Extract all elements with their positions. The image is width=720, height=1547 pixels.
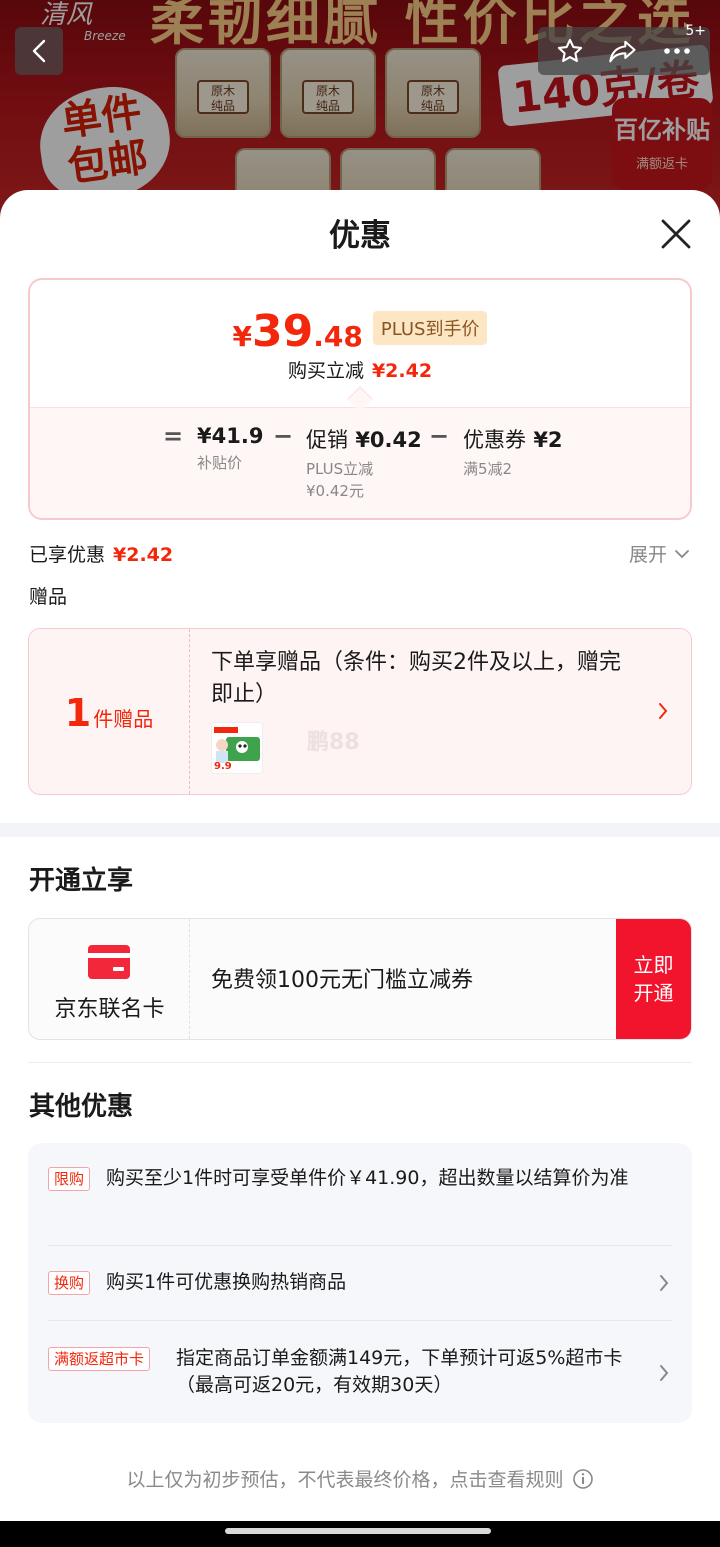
offer-tag: 限购: [48, 1167, 91, 1191]
chevron-down-icon: [675, 549, 689, 558]
chevron-right-icon: [659, 703, 668, 719]
card-brand-area: 京东联名卡: [29, 919, 190, 1039]
offer-item-cashback[interactable]: 满额返超市卡 指定商品订单金额满149元，下单预计可返5%超市卡（最高可返20元…: [48, 1345, 672, 1405]
home-indicator[interactable]: [225, 1528, 491, 1534]
reduce-row: 购买立减 ¥2.42: [30, 356, 690, 383]
offer-divider: [48, 1245, 672, 1246]
gift-thumbnail: 9.9: [211, 722, 263, 774]
promotion-sheet: 优惠 ¥ 39 .48 PLUS到手价 购买立减 ¥2.42 = ¥41.9 补贴…: [0, 190, 720, 1521]
gift-count: 1: [64, 691, 92, 735]
chevron-right-icon: [660, 1365, 669, 1381]
gift-thumb-price: 9.9: [214, 761, 232, 772]
price-integer: 39: [252, 306, 314, 357]
price-breakdown-card: ¥ 39 .48 PLUS到手价 购买立减 ¥2.42 = ¥41.9 补贴价 −…: [28, 278, 692, 520]
expand-button[interactable]: 展开: [629, 540, 691, 567]
message-count: 5+: [685, 23, 706, 39]
coupon-discount: 优惠券 ¥2 满5减2: [463, 424, 563, 480]
divider: [28, 1062, 692, 1063]
promo-label: 促销: [306, 428, 348, 452]
other-section-title: 其他优惠: [29, 1092, 134, 1122]
top-actions: 5+: [538, 23, 710, 75]
base-price-value: ¥41.9: [197, 424, 264, 448]
coupon-line: 优惠券 ¥2: [463, 424, 563, 454]
offer-divider: [48, 1320, 672, 1321]
section-divider: [0, 823, 720, 837]
gift-description: 下单享赠品（条件：购买2件及以上，赠完即止）: [211, 650, 621, 707]
promo-value: ¥0.42: [355, 428, 422, 452]
star-icon[interactable]: [556, 37, 584, 65]
share-icon[interactable]: [608, 37, 638, 65]
promo-sub-1: PLUS立减: [306, 460, 374, 478]
chevron-left-icon: [32, 39, 46, 63]
base-price-label: 补贴价: [197, 454, 243, 472]
coupon-label: 优惠券: [463, 428, 526, 452]
close-button[interactable]: [658, 216, 694, 252]
chevron-right-icon: [660, 1275, 669, 1291]
card-offer-text: 免费领100元无门槛立减券: [211, 968, 473, 993]
expand-label: 展开: [629, 544, 668, 566]
other-offers-list: 限购 购买至少1件时可享受单件价￥41.90，超出数量以结算价为准 换购 购买1…: [28, 1143, 692, 1423]
offer-tag: 换购: [48, 1271, 91, 1295]
reduce-amount: ¥2.42: [371, 360, 433, 382]
gift-count-area: 1 件赠品: [29, 629, 190, 794]
system-nav-bar: [0, 1521, 720, 1547]
price-currency: ¥: [232, 320, 253, 353]
more-icon[interactable]: [662, 46, 692, 56]
gift-watermark: 鹏88: [307, 730, 360, 755]
plus-price-tag: PLUS到手价: [372, 310, 488, 345]
offer-text: 指定商品订单金额满149元，下单预计可返5%超市卡（最高可返20元，有效期30天…: [176, 1347, 623, 1396]
card-name: 京东联名卡: [54, 997, 165, 1022]
enjoyed-label: 已享优惠: [29, 544, 106, 566]
back-button[interactable]: [15, 27, 63, 75]
base-price: ¥41.9 补贴价: [197, 424, 263, 474]
promo-discount: 促销 ¥0.42 PLUS立减 ¥0.42元: [306, 424, 422, 502]
offer-item-limit: 限购 购买至少1件时可享受单件价￥41.90，超出数量以结算价为准: [48, 1165, 672, 1225]
gift-card[interactable]: 1 件赠品 下单享赠品（条件：购买2件及以上，赠完即止） 9.9 鹏88: [28, 628, 692, 795]
offer-text: 购买至少1件时可享受单件价￥41.90，超出数量以结算价为准: [106, 1167, 629, 1189]
price-decimal: .48: [313, 320, 363, 353]
open-section-title: 开通立享: [29, 866, 134, 896]
offer-text: 购买1件可优惠换购热销商品: [106, 1271, 347, 1293]
close-icon: [661, 219, 691, 249]
cobranded-card-offer[interactable]: 京东联名卡 免费领100元无门槛立减券 立即 开通: [28, 918, 692, 1040]
info-icon: [572, 1468, 593, 1489]
open-now-button[interactable]: 立即 开通: [616, 919, 691, 1039]
offer-item-exchange[interactable]: 换购 购买1件可优惠换购热销商品: [48, 1269, 672, 1301]
reduce-label: 购买立减: [287, 360, 364, 382]
credit-card-icon: [88, 945, 130, 979]
gift-section-label: 赠品: [29, 586, 68, 608]
final-price: ¥ 39 .48 PLUS到手价: [30, 306, 690, 357]
equals-sign: =: [163, 422, 184, 450]
enjoyed-amount: ¥2.42: [113, 544, 174, 566]
coupon-sub: 满5减2: [463, 460, 513, 478]
offer-tag: 满额返超市卡: [48, 1347, 151, 1371]
price-calculation: = ¥41.9 补贴价 − 促销 ¥0.42 PLUS立减 ¥0.42元 − 优…: [30, 407, 690, 518]
promo-sub-2: ¥0.42元: [306, 482, 364, 500]
rules-footnote[interactable]: 以上仅为初步预估，不代表最终价格，点击查看规则: [0, 1465, 720, 1492]
minus-sign: −: [429, 422, 450, 450]
footnote-text: 以上仅为初步预估，不代表最终价格，点击查看规则: [126, 1469, 564, 1491]
promo-line: 促销 ¥0.42: [306, 424, 422, 454]
gift-unit: 件赠品: [93, 707, 154, 731]
coupon-value: ¥2: [533, 428, 563, 452]
minus-sign: −: [273, 422, 294, 450]
enjoyed-discount: 已享优惠 ¥2.42: [29, 540, 173, 567]
sheet-title: 优惠: [329, 218, 391, 254]
